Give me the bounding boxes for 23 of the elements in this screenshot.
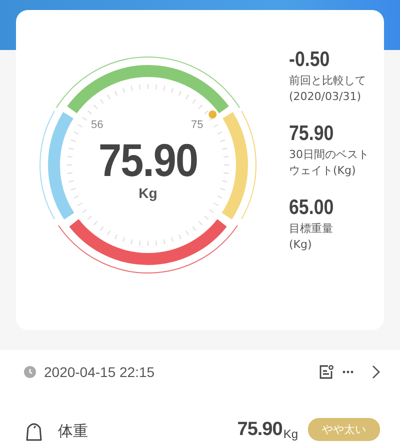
stat-label: ウェイト(Kg) xyxy=(289,163,357,178)
stat-label: 目標重量 xyxy=(289,221,334,236)
stat-label: (Kg) xyxy=(289,237,313,252)
scale-icon xyxy=(24,421,44,441)
note-icon[interactable] xyxy=(318,364,334,380)
stat-label: 前回と比較して xyxy=(289,73,367,88)
scale-label: 56 xyxy=(91,119,104,131)
weight-unit: Kg xyxy=(138,185,158,201)
metric-unit: Kg xyxy=(283,427,298,441)
stat-value: -0.50 xyxy=(289,48,331,72)
metric-value: 75.90 xyxy=(237,419,282,441)
scale-label: 75 xyxy=(191,119,204,131)
stat-label: 30日間のベスト xyxy=(289,147,369,162)
stat-value: 75.90 xyxy=(289,122,335,146)
record-datetime: 2020-04-15 22:15 xyxy=(44,364,156,380)
more-icon[interactable] xyxy=(342,370,354,374)
weight-value: 75.90 xyxy=(98,137,198,183)
chevron-right-icon[interactable] xyxy=(372,365,380,379)
metric-name: 体重 xyxy=(58,422,89,441)
stat-value: 65.00 xyxy=(289,196,335,220)
clock-icon xyxy=(24,366,36,378)
status-badge: やや太い xyxy=(308,418,380,441)
stat-label: (2020/03/31) xyxy=(289,89,362,104)
